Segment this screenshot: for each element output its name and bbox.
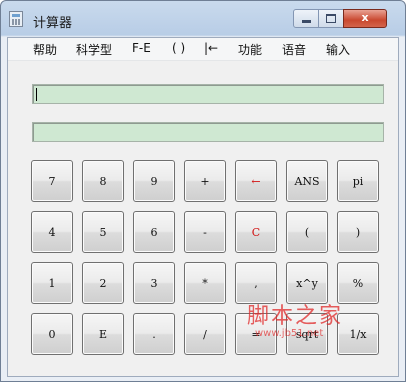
key-minus[interactable]: -	[184, 211, 226, 253]
minimize-button[interactable]	[293, 9, 319, 28]
key-3[interactable]: 3	[133, 262, 175, 304]
maximize-icon	[326, 14, 336, 23]
key-exponent[interactable]: E	[82, 313, 124, 355]
key-power[interactable]: x^y	[286, 262, 328, 304]
menu-scientific[interactable]: 科学型	[76, 41, 112, 58]
key-divide[interactable]: /	[184, 313, 226, 355]
key-right-paren[interactable]: )	[337, 211, 379, 253]
key-decimal[interactable]: .	[133, 313, 175, 355]
menu-voice[interactable]: 语音	[282, 41, 306, 58]
key-4[interactable]: 4	[31, 211, 73, 253]
expression-input[interactable]	[32, 84, 384, 104]
menu-help[interactable]: 帮助	[33, 41, 57, 58]
key-clear[interactable]: C	[235, 211, 277, 253]
key-sqrt[interactable]: sqrt	[286, 313, 328, 355]
menu-bar: 帮助 科学型 F-E ( ) |← 功能 语音 输入	[8, 38, 398, 61]
calculator-window: 计算器 x 帮助 科学型 F-E ( ) |← 功能 语音 输入 7 8 9 +…	[0, 0, 406, 382]
calculator-body: 帮助 科学型 F-E ( ) |← 功能 语音 输入 7 8 9 + ← ANS…	[7, 37, 399, 377]
calculator-app-icon	[9, 11, 23, 27]
maximize-button[interactable]	[318, 9, 344, 28]
key-1[interactable]: 1	[31, 262, 73, 304]
key-equals[interactable]: =	[235, 313, 277, 355]
menu-parentheses[interactable]: ( )	[172, 41, 185, 55]
key-0[interactable]: 0	[31, 313, 73, 355]
key-plus[interactable]: +	[184, 160, 226, 202]
close-button[interactable]: x	[343, 9, 387, 28]
key-multiply[interactable]: *	[184, 262, 226, 304]
minimize-icon	[301, 20, 311, 23]
key-reciprocal[interactable]: 1/x	[337, 313, 379, 355]
key-left-paren[interactable]: (	[286, 211, 328, 253]
menu-input[interactable]: 输入	[326, 41, 350, 58]
key-2[interactable]: 2	[82, 262, 124, 304]
menu-backspace[interactable]: |←	[204, 41, 218, 55]
title-bar[interactable]: 计算器 x	[1, 1, 405, 37]
key-5[interactable]: 5	[82, 211, 124, 253]
key-8[interactable]: 8	[82, 160, 124, 202]
key-7[interactable]: 7	[31, 160, 73, 202]
key-backspace[interactable]: ←	[235, 160, 277, 202]
menu-functions[interactable]: 功能	[238, 41, 262, 58]
menu-f-e[interactable]: F-E	[132, 41, 151, 55]
key-pi[interactable]: pi	[337, 160, 379, 202]
key-6[interactable]: 6	[133, 211, 175, 253]
key-percent[interactable]: %	[337, 262, 379, 304]
result-display	[32, 122, 384, 142]
text-caret	[36, 88, 37, 101]
window-title: 计算器	[33, 16, 73, 31]
key-comma[interactable]: ,	[235, 262, 277, 304]
key-ans[interactable]: ANS	[286, 160, 328, 202]
key-9[interactable]: 9	[133, 160, 175, 202]
